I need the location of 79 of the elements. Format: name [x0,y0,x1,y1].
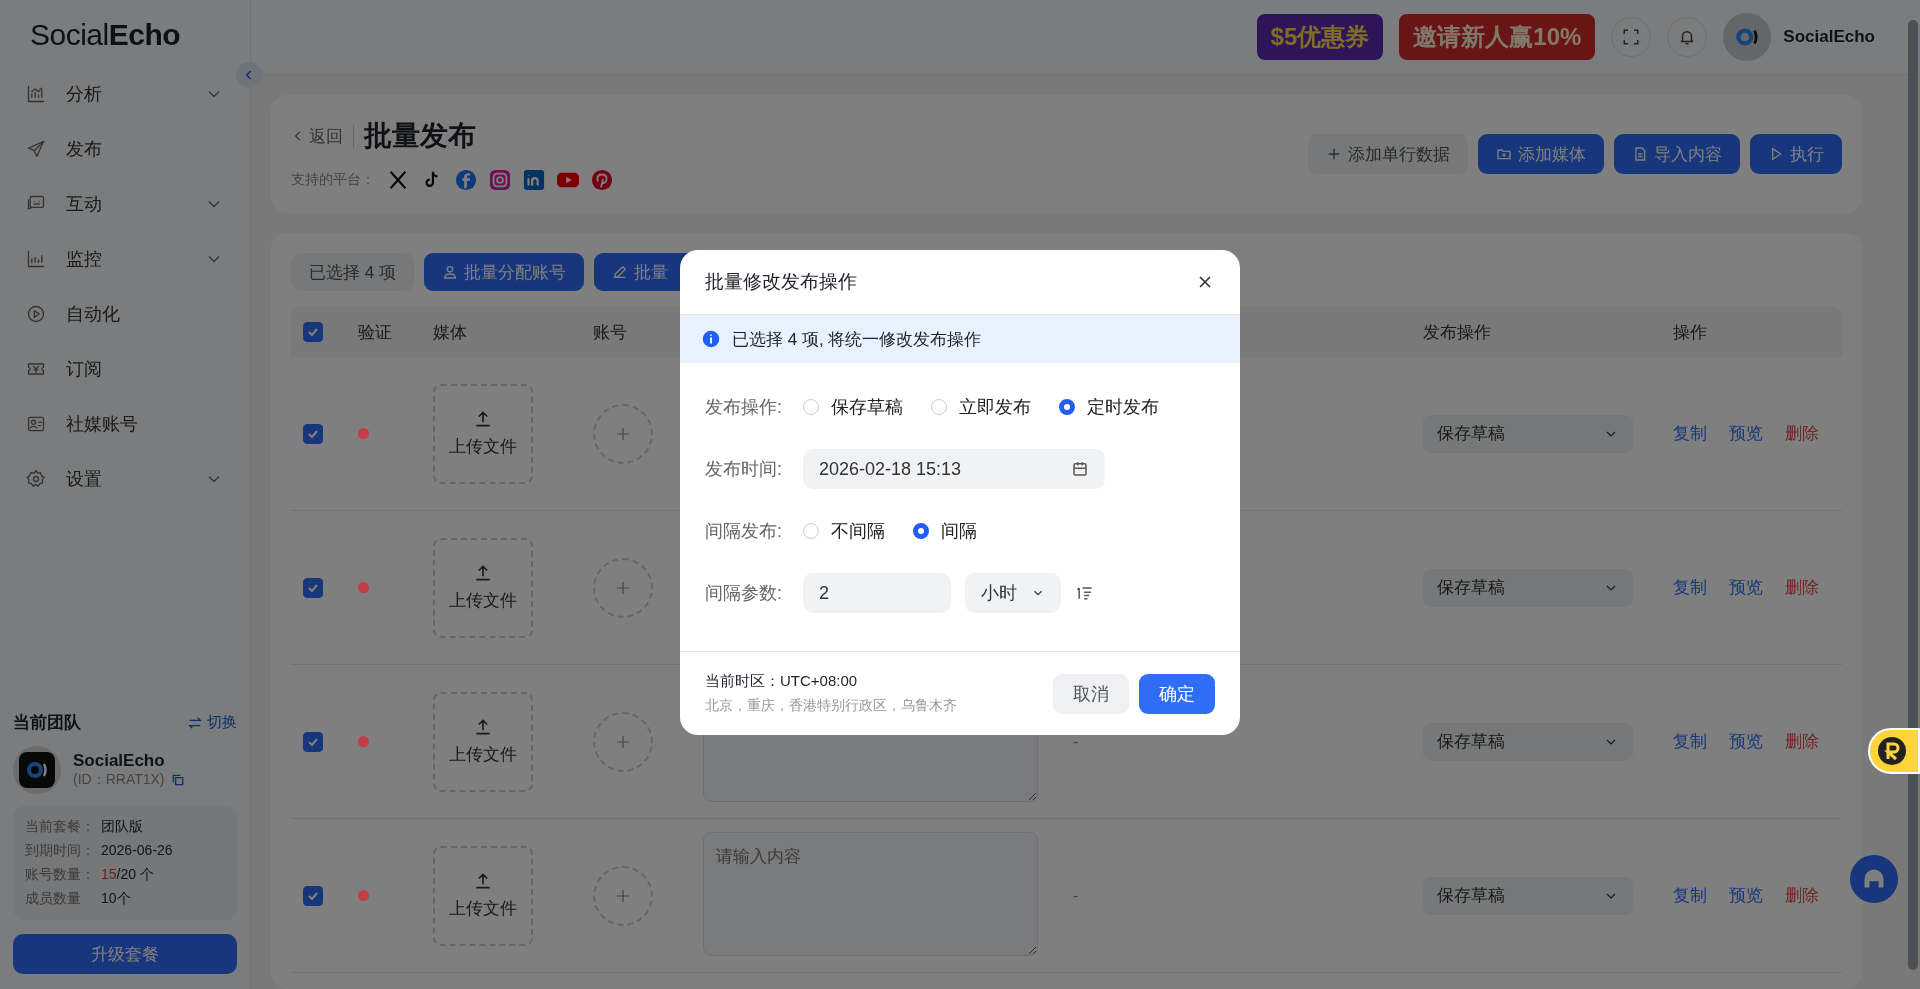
nav-item[interactable]: 监控 [16,235,234,283]
promo-banner[interactable]: $5优惠券 [1256,14,1384,60]
toolbar-button[interactable]: 导入内容 [1614,134,1740,174]
plan-value: 10个 [101,890,131,908]
nav-item[interactable]: 互动 [16,180,234,228]
user-name: SocialEcho [1783,27,1875,47]
column-header: 发布操作 [1422,321,1492,344]
row-action-link[interactable]: 复制 [1673,730,1707,753]
radio-option[interactable]: 保存草稿 [803,395,903,419]
column-header: 操作 [1672,321,1708,344]
publish-action-select[interactable]: 保存草稿 [1423,568,1633,607]
field-label: 发布操作: [705,396,783,419]
row-action-link[interactable]: 复制 [1673,576,1707,599]
radio-option[interactable]: 立即发布 [931,395,1031,419]
toolbar-button[interactable]: 添加媒体 [1478,134,1604,174]
publish-action-select[interactable]: 保存草稿 [1423,722,1633,761]
plan-label: 成员数量 [25,890,82,908]
nav-item[interactable]: 订阅 [16,345,234,393]
upload-button[interactable]: 上传文件 [433,845,533,946]
upload-button[interactable]: 上传文件 [433,691,533,792]
timezone-text: 当前时区：UTC+08:00 [705,672,859,691]
row-action-link[interactable]: 复制 [1673,422,1707,445]
row-action-link[interactable]: 删除 [1785,422,1819,445]
row-action-link[interactable]: 预览 [1729,884,1763,907]
field-label: 发布时间: [705,458,783,481]
upgrade-button[interactable]: 升级套餐 [13,934,237,974]
promo-banner[interactable]: 邀请新人赢10% [1399,14,1596,60]
row-action-link[interactable]: 预览 [1729,422,1763,445]
row-action-link[interactable]: 复制 [1673,884,1707,907]
toolbar-button[interactable]: 执行 [1750,134,1842,174]
batch-button[interactable]: 批量分配账号 [423,253,584,291]
column-header: 账号 [592,321,628,344]
team-name: SocialEcho [73,751,166,771]
page-title: 批量发布 [364,119,476,153]
nav-item[interactable]: 设置 [16,455,234,503]
plan-label: 当前套餐： [25,818,96,836]
app-logo: SocialEcho [29,17,182,53]
toolbar-button[interactable]: 添加单行数据 [1308,134,1468,174]
info-text: 已选择 4 项, 将统一修改发布操作 [732,328,982,351]
nav-item[interactable]: 自动化 [16,290,234,338]
cancel-button[interactable]: 取消 [1053,673,1129,714]
empty-value: - [1073,886,1079,904]
plan-value: 15/20 个 [101,866,154,884]
row-action-link[interactable]: 预览 [1729,730,1763,753]
content-field[interactable]: 请输入内容 [703,831,1038,956]
radio-option[interactable]: 定时发布 [1059,395,1159,419]
publish-action-select[interactable]: 保存草稿 [1423,414,1633,453]
plan-label: 到期时间： [25,842,96,860]
interval-input[interactable]: 2 [803,573,951,613]
nav-item[interactable]: 社媒账号 [16,400,234,448]
row-action-link[interactable]: 删除 [1785,884,1819,907]
publish-action-select[interactable]: 保存草稿 [1423,876,1633,915]
back-link[interactable]: 返回 [291,124,354,148]
unit-select[interactable]: 小时 [965,573,1061,613]
field-label: 间隔参数: [705,582,783,605]
radio-option[interactable]: 不间隔 [803,519,885,543]
plan-label: 账号数量： [25,866,96,884]
empty-value: - [1073,732,1079,750]
team-title: 当前团队 [13,712,81,734]
switch-link[interactable]: 切换 [187,713,237,732]
nav-item[interactable]: 分析 [16,70,234,118]
nav-item[interactable]: 发布 [16,125,234,173]
radio-option[interactable]: 间隔 [913,519,977,543]
confirm-button[interactable]: 确定 [1139,673,1215,714]
upload-button[interactable]: 上传文件 [433,383,533,484]
column-header: 媒体 [432,321,468,344]
row-action-link[interactable]: 删除 [1785,730,1819,753]
platforms-label: 支持的平台： [291,171,375,189]
column-header: 验证 [357,321,393,344]
team-id: (ID：RRAT1X) [73,771,165,789]
upload-button[interactable]: 上传文件 [433,537,533,638]
field-label: 间隔发布: [705,520,783,543]
row-action-link[interactable]: 删除 [1785,576,1819,599]
date-time-field[interactable]: 2026-02-18 15:13 [803,449,1105,489]
plan-value: 2026-06-26 [101,842,173,860]
timezone-cities: 北京，重庆，香港特别行政区，乌鲁木齐 [705,697,957,715]
selection-count: 已选择 4 项 [291,253,414,291]
plan-value: 团队版 [101,818,143,836]
row-action-link[interactable]: 预览 [1729,576,1763,599]
